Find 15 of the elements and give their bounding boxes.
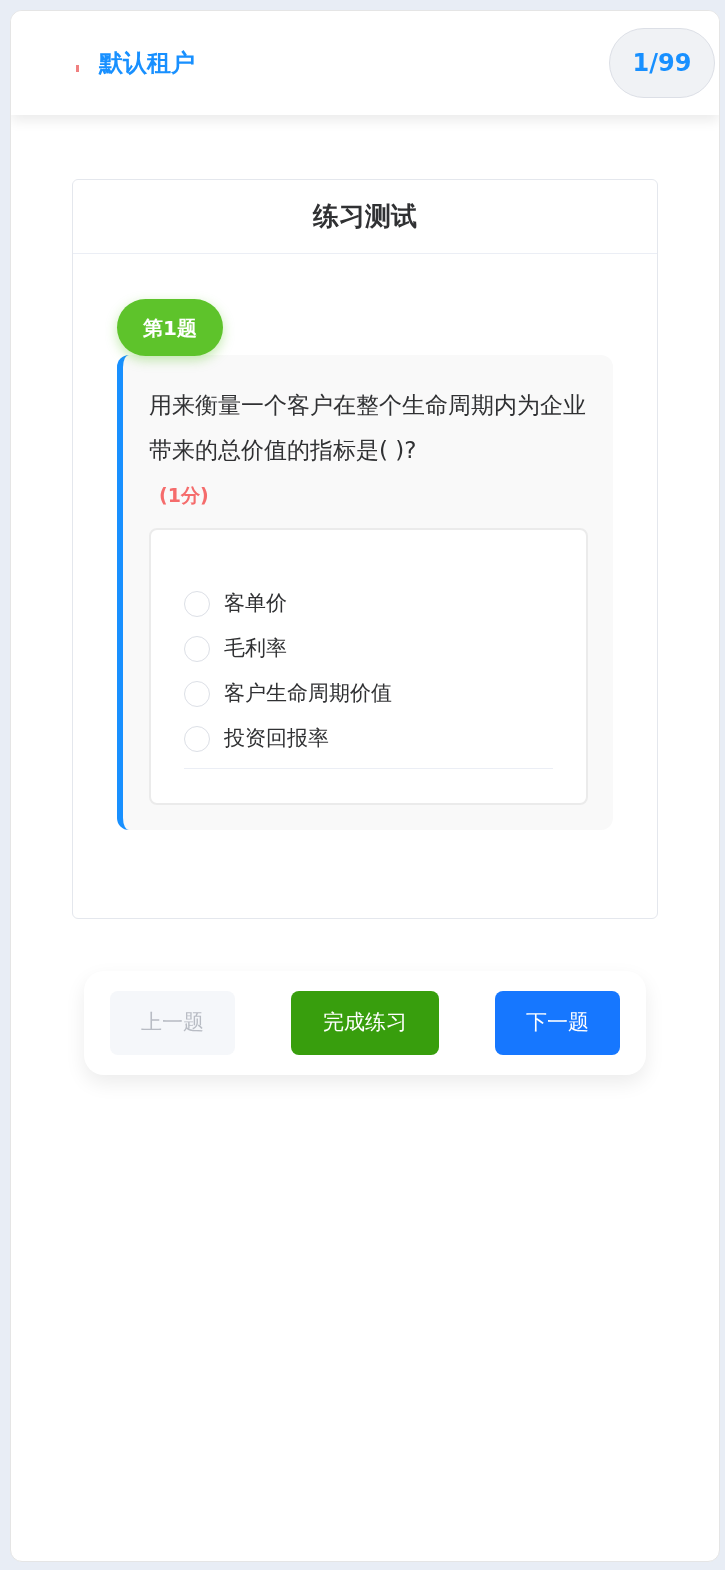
tenant-name: 默认租户 (99, 48, 195, 79)
question-text: 用来衡量一个客户在整个生命周期内为企业带来的总价值的指标是( )? (149, 391, 587, 465)
answer-option[interactable]: 毛利率 (184, 632, 553, 666)
radio-button[interactable] (184, 726, 210, 752)
answer-option[interactable]: 客户生命周期价值 (184, 677, 553, 711)
radio-button[interactable] (184, 591, 210, 617)
radio-button[interactable] (184, 681, 210, 707)
question-number-badge: 第1题 (117, 299, 223, 356)
next-button[interactable]: 下一题 (495, 990, 620, 1055)
question-score: (1分) (159, 483, 210, 508)
card-title: 练习测试 (73, 180, 657, 254)
progress-counter: 1/99 (609, 28, 715, 98)
answer-option[interactable]: 投资回报率 (184, 722, 553, 756)
radio-button[interactable] (184, 636, 210, 662)
answer-option[interactable]: 客单价 (184, 587, 553, 621)
